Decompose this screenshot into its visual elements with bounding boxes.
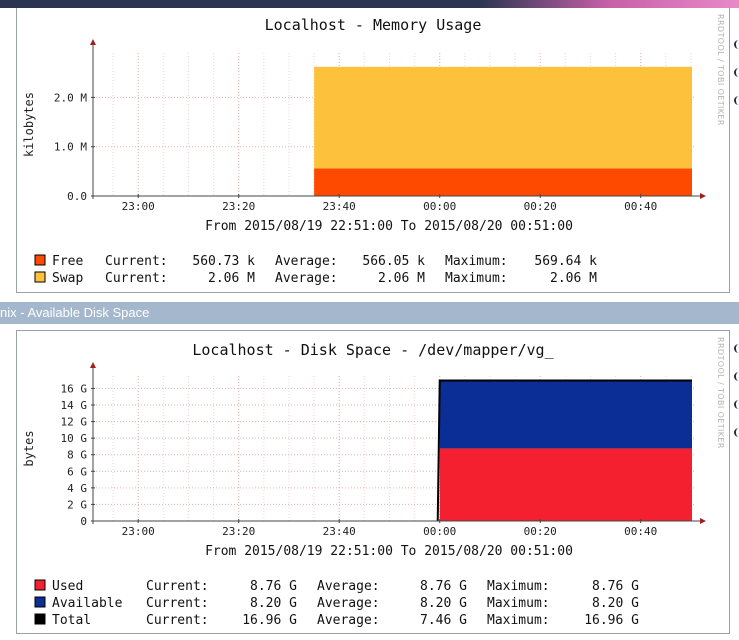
x-tick-label: 23:00	[122, 525, 155, 538]
disk-space-chart: Localhost - Disk Space - /dev/mapper/vg_…	[22, 341, 706, 628]
legend-maximum-value: 8.20 G	[592, 596, 639, 611]
memory-usage-panel: Localhost - Memory Usage 0.0 1.0 M 2.0 M 23:…	[16, 8, 730, 293]
y-tick-label: 2 G	[67, 498, 87, 511]
y-tick-label: 0	[80, 515, 87, 528]
x-axis-arrow	[700, 518, 706, 524]
y-tick-label: 0.0	[67, 190, 87, 203]
section-title-bar[interactable]: nix - Available Disk Space	[0, 302, 739, 324]
x-tick-label: 00:00	[423, 200, 456, 213]
legend-average-value: 7.46 G	[420, 613, 467, 628]
legend-current-value: 16.96 G	[242, 613, 297, 628]
x-tick-label: 00:40	[624, 200, 657, 213]
x-axis-label: From 2015/08/19 22:51:00 To 2015/08/20 0…	[205, 219, 573, 234]
legend-average-value: 2.06 M	[378, 271, 425, 286]
legend-current-label: Current:	[146, 596, 209, 611]
series-area-swap	[314, 66, 692, 169]
legend-maximum-label: Maximum:	[487, 596, 550, 611]
section-title: nix - Available Disk Space	[0, 305, 150, 320]
legend-average-label: Average:	[275, 271, 338, 286]
series-area-available	[439, 380, 692, 449]
legend-average-value: 566.05 k	[362, 254, 425, 269]
y-tick-label: 2.0 M	[54, 91, 87, 104]
legend-maximum-label: Maximum:	[487, 613, 550, 628]
y-tick-label: 6 G	[67, 465, 87, 478]
series-area-used	[439, 448, 692, 521]
y-tick-label: 10 G	[61, 432, 88, 445]
edge-marker	[734, 372, 739, 381]
legend-average-value: 8.20 G	[420, 596, 467, 611]
y-tick-label: 14 G	[61, 399, 88, 412]
edge-marker	[734, 344, 739, 353]
legend-swatch-available	[34, 596, 46, 608]
x-axis-arrow	[700, 193, 706, 199]
y-axis-arrow	[90, 362, 96, 368]
x-axis-label: From 2015/08/19 22:51:00 To 2015/08/20 0…	[205, 544, 573, 559]
legend-average-value: 8.76 G	[420, 579, 467, 594]
top-strip-glow	[479, 0, 739, 8]
x-tick-label: 00:20	[524, 200, 557, 213]
legend-maximum-label: Maximum:	[487, 579, 550, 594]
legend-current-value: 2.06 M	[208, 271, 255, 286]
edge-marker	[734, 96, 739, 105]
legend-average-label: Average:	[275, 254, 338, 269]
legend-maximum-label: Maximum:	[445, 254, 508, 269]
legend-swatch-total	[34, 613, 46, 625]
chart-title: Localhost - Disk Space - /dev/mapper/vg_	[192, 341, 554, 359]
legend-current-label: Current:	[105, 254, 168, 269]
memory-usage-chart: Localhost - Memory Usage 0.0 1.0 M 2.0 M 23:…	[22, 16, 706, 286]
x-tick-label: 23:20	[222, 525, 255, 538]
legend-maximum-label: Maximum:	[445, 271, 508, 286]
legend-average-label: Average:	[317, 613, 380, 628]
y-tick-label: 12 G	[61, 416, 88, 429]
x-tick-label: 23:40	[323, 525, 356, 538]
edge-marker	[734, 40, 739, 49]
series-area-free	[314, 168, 692, 196]
legend-average-label: Average:	[317, 596, 380, 611]
legend-name: Total	[52, 613, 91, 628]
legend-swatch-free	[34, 254, 46, 266]
legend-current-label: Current:	[146, 579, 209, 594]
y-tick-label: 4 G	[67, 482, 87, 495]
y-tick-label: 1.0 M	[54, 141, 87, 154]
legend-current-label: Current:	[146, 613, 209, 628]
y-tick-label: 16 G	[61, 382, 88, 395]
edge-marker	[734, 428, 739, 437]
disk-space-panel: Localhost - Disk Space - /dev/mapper/vg_…	[16, 330, 730, 634]
legend-maximum-value: 2.06 M	[550, 271, 597, 286]
legend-maximum-value: 569.64 k	[534, 254, 597, 269]
legend-name: Swap	[52, 271, 83, 286]
legend-name: Available	[52, 596, 123, 611]
top-window-strip	[0, 0, 739, 8]
x-tick-label: 23:40	[323, 200, 356, 213]
y-axis-label: bytes	[22, 430, 36, 466]
legend-swatch-swap	[34, 271, 46, 283]
legend-current-value: 560.73 k	[192, 254, 255, 269]
legend-current-label: Current:	[105, 271, 168, 286]
x-tick-label: 23:00	[122, 200, 155, 213]
x-tick-label: 00:40	[624, 525, 657, 538]
legend-average-label: Average:	[317, 579, 380, 594]
legend-swatch-used	[34, 579, 46, 591]
legend-name: Used	[52, 579, 83, 594]
legend-maximum-value: 8.76 G	[592, 579, 639, 594]
y-axis-arrow	[90, 39, 96, 45]
legend-current-value: 8.76 G	[250, 579, 297, 594]
edge-marker	[734, 68, 739, 77]
x-tick-label: 23:20	[222, 200, 255, 213]
x-tick-label: 00:20	[524, 525, 557, 538]
legend-maximum-value: 16.96 G	[584, 613, 639, 628]
legend-name: Free	[52, 254, 83, 269]
chart-title: Localhost - Memory Usage	[265, 16, 482, 34]
y-tick-label: 8 G	[67, 449, 87, 462]
rrdtool-credit: RRDTOOL / TOBI OETIKER	[716, 14, 725, 126]
x-tick-label: 00:00	[423, 525, 456, 538]
y-axis-label: kilobytes	[22, 92, 36, 157]
rrdtool-credit: RRDTOOL / TOBI OETIKER	[716, 337, 725, 449]
legend-current-value: 8.20 G	[250, 596, 297, 611]
edge-marker	[734, 400, 739, 409]
